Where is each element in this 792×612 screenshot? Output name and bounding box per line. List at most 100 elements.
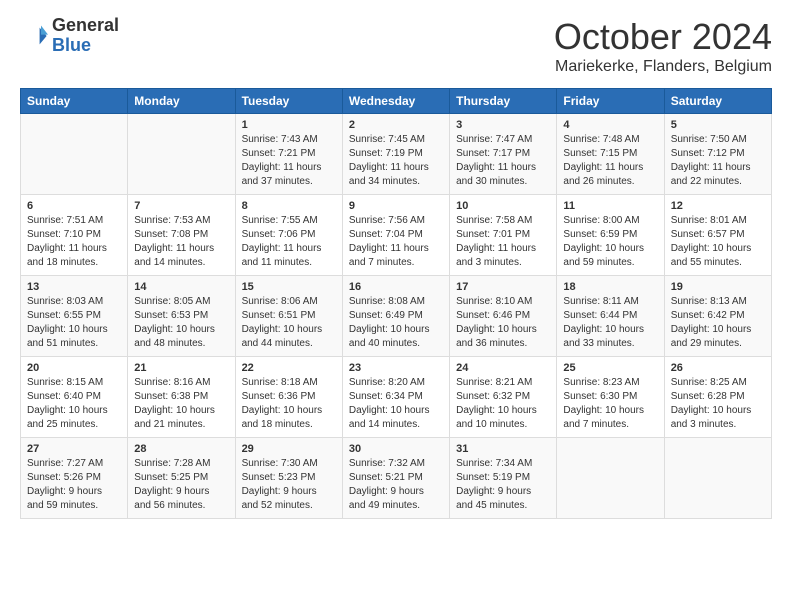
calendar-cell: 9 Sunrise: 7:56 AM Sunset: 7:04 PM Daylig… bbox=[342, 195, 449, 276]
calendar-week-row: 20Sunrise: 8:15 AM Sunset: 6:40 PM Dayli… bbox=[21, 357, 772, 438]
day-number: 9 bbox=[349, 200, 443, 212]
day-info: Sunrise: 7:48 AM Sunset: 7:15 PM Dayligh… bbox=[563, 133, 657, 189]
title-area: October 2024 Mariekerke, Flanders, Belgi… bbox=[554, 16, 772, 76]
day-info: Sunrise: 7:58 AM Sunset: 7:01 PM Dayligh… bbox=[456, 214, 550, 270]
day-number: 4 bbox=[563, 119, 657, 131]
day-number: 19 bbox=[671, 281, 765, 293]
day-number: 5 bbox=[671, 119, 765, 131]
calendar-cell: 26Sunrise: 8:25 AM Sunset: 6:28 PM Dayli… bbox=[664, 357, 771, 438]
calendar-cell: 11 Sunrise: 8:00 AM Sunset: 6:59 PM Dayli… bbox=[557, 195, 664, 276]
day-number: 29 bbox=[242, 443, 336, 455]
calendar-week-row: 1 Sunrise: 7:43 AM Sunset: 7:21 PM Daylig… bbox=[21, 114, 772, 195]
day-number: 18 bbox=[563, 281, 657, 293]
calendar-week-row: 27Sunrise: 7:27 AM Sunset: 5:26 PM Dayli… bbox=[21, 438, 772, 519]
col-sunday: Sunday bbox=[21, 89, 128, 114]
day-info: Sunrise: 8:21 AM Sunset: 6:32 PM Dayligh… bbox=[456, 376, 550, 432]
logo-icon bbox=[20, 22, 48, 50]
calendar-cell bbox=[128, 114, 235, 195]
day-info: Sunrise: 7:55 AM Sunset: 7:06 PM Dayligh… bbox=[242, 214, 336, 270]
day-number: 25 bbox=[563, 362, 657, 374]
col-friday: Friday bbox=[557, 89, 664, 114]
day-info: Sunrise: 7:34 AM Sunset: 5:19 PM Dayligh… bbox=[456, 457, 550, 513]
calendar-cell: 15Sunrise: 8:06 AM Sunset: 6:51 PM Dayli… bbox=[235, 276, 342, 357]
calendar-cell: 5 Sunrise: 7:50 AM Sunset: 7:12 PM Daylig… bbox=[664, 114, 771, 195]
calendar-table: Sunday Monday Tuesday Wednesday Thursday… bbox=[20, 88, 772, 519]
day-info: Sunrise: 8:23 AM Sunset: 6:30 PM Dayligh… bbox=[563, 376, 657, 432]
month-title: October 2024 bbox=[554, 16, 772, 58]
day-info: Sunrise: 8:01 AM Sunset: 6:57 PM Dayligh… bbox=[671, 214, 765, 270]
calendar-cell: 20Sunrise: 8:15 AM Sunset: 6:40 PM Dayli… bbox=[21, 357, 128, 438]
calendar-cell: 14 Sunrise: 8:05 AM Sunset: 6:53 PM Dayli… bbox=[128, 276, 235, 357]
day-info: Sunrise: 7:43 AM Sunset: 7:21 PM Dayligh… bbox=[242, 133, 336, 189]
day-info: Sunrise: 8:25 AM Sunset: 6:28 PM Dayligh… bbox=[671, 376, 765, 432]
logo-text: General Blue bbox=[52, 16, 119, 56]
calendar-cell: 13Sunrise: 8:03 AM Sunset: 6:55 PM Dayli… bbox=[21, 276, 128, 357]
day-info: Sunrise: 8:16 AM Sunset: 6:38 PM Dayligh… bbox=[134, 376, 228, 432]
calendar-cell: 29Sunrise: 7:30 AM Sunset: 5:23 PM Dayli… bbox=[235, 438, 342, 519]
day-number: 30 bbox=[349, 443, 443, 455]
day-info: Sunrise: 7:53 AM Sunset: 7:08 PM Dayligh… bbox=[134, 214, 228, 270]
calendar-header-row: Sunday Monday Tuesday Wednesday Thursday… bbox=[21, 89, 772, 114]
calendar-cell: 10 Sunrise: 7:58 AM Sunset: 7:01 PM Dayli… bbox=[450, 195, 557, 276]
day-number: 10 bbox=[456, 200, 550, 212]
calendar-week-row: 13Sunrise: 8:03 AM Sunset: 6:55 PM Dayli… bbox=[21, 276, 772, 357]
day-info: Sunrise: 8:11 AM Sunset: 6:44 PM Dayligh… bbox=[563, 295, 657, 351]
day-info: Sunrise: 7:28 AM Sunset: 5:25 PM Dayligh… bbox=[134, 457, 228, 513]
day-number: 15 bbox=[242, 281, 336, 293]
calendar-cell: 19 Sunrise: 8:13 AM Sunset: 6:42 PM Dayli… bbox=[664, 276, 771, 357]
logo: General Blue bbox=[20, 16, 119, 56]
calendar-cell bbox=[664, 438, 771, 519]
day-info: Sunrise: 7:27 AM Sunset: 5:26 PM Dayligh… bbox=[27, 457, 121, 513]
day-info: Sunrise: 7:45 AM Sunset: 7:19 PM Dayligh… bbox=[349, 133, 443, 189]
day-info: Sunrise: 7:56 AM Sunset: 7:04 PM Dayligh… bbox=[349, 214, 443, 270]
calendar-cell: 27Sunrise: 7:27 AM Sunset: 5:26 PM Dayli… bbox=[21, 438, 128, 519]
col-wednesday: Wednesday bbox=[342, 89, 449, 114]
calendar-cell: 30 Sunrise: 7:32 AM Sunset: 5:21 PM Dayli… bbox=[342, 438, 449, 519]
calendar-cell: 18 Sunrise: 8:11 AM Sunset: 6:44 PM Dayli… bbox=[557, 276, 664, 357]
day-number: 12 bbox=[671, 200, 765, 212]
day-number: 28 bbox=[134, 443, 228, 455]
calendar-cell: 16Sunrise: 8:08 AM Sunset: 6:49 PM Dayli… bbox=[342, 276, 449, 357]
day-number: 24 bbox=[456, 362, 550, 374]
calendar-cell: 4 Sunrise: 7:48 AM Sunset: 7:15 PM Daylig… bbox=[557, 114, 664, 195]
day-number: 21 bbox=[134, 362, 228, 374]
day-number: 1 bbox=[242, 119, 336, 131]
calendar-cell: 1 Sunrise: 7:43 AM Sunset: 7:21 PM Daylig… bbox=[235, 114, 342, 195]
day-number: 7 bbox=[134, 200, 228, 212]
day-info: Sunrise: 8:13 AM Sunset: 6:42 PM Dayligh… bbox=[671, 295, 765, 351]
day-number: 3 bbox=[456, 119, 550, 131]
day-info: Sunrise: 7:50 AM Sunset: 7:12 PM Dayligh… bbox=[671, 133, 765, 189]
calendar-cell: 2Sunrise: 7:45 AM Sunset: 7:19 PM Daylig… bbox=[342, 114, 449, 195]
day-info: Sunrise: 8:05 AM Sunset: 6:53 PM Dayligh… bbox=[134, 295, 228, 351]
calendar-cell: 25 Sunrise: 8:23 AM Sunset: 6:30 PM Dayli… bbox=[557, 357, 664, 438]
day-number: 14 bbox=[134, 281, 228, 293]
col-monday: Monday bbox=[128, 89, 235, 114]
day-info: Sunrise: 7:47 AM Sunset: 7:17 PM Dayligh… bbox=[456, 133, 550, 189]
main-container: General Blue October 2024 Mariekerke, Fl… bbox=[0, 0, 792, 529]
day-info: Sunrise: 7:51 AM Sunset: 7:10 PM Dayligh… bbox=[27, 214, 121, 270]
day-info: Sunrise: 7:32 AM Sunset: 5:21 PM Dayligh… bbox=[349, 457, 443, 513]
day-number: 31 bbox=[456, 443, 550, 455]
calendar-body: 1 Sunrise: 7:43 AM Sunset: 7:21 PM Daylig… bbox=[21, 114, 772, 519]
calendar-cell: 8Sunrise: 7:55 AM Sunset: 7:06 PM Daylig… bbox=[235, 195, 342, 276]
calendar-cell: 23 Sunrise: 8:20 AM Sunset: 6:34 PM Dayli… bbox=[342, 357, 449, 438]
calendar-cell: 28 Sunrise: 7:28 AM Sunset: 5:25 PM Dayli… bbox=[128, 438, 235, 519]
calendar-cell: 21 Sunrise: 8:16 AM Sunset: 6:38 PM Dayli… bbox=[128, 357, 235, 438]
col-thursday: Thursday bbox=[450, 89, 557, 114]
day-info: Sunrise: 8:00 AM Sunset: 6:59 PM Dayligh… bbox=[563, 214, 657, 270]
day-number: 23 bbox=[349, 362, 443, 374]
col-saturday: Saturday bbox=[664, 89, 771, 114]
location: Mariekerke, Flanders, Belgium bbox=[554, 58, 772, 76]
day-info: Sunrise: 8:03 AM Sunset: 6:55 PM Dayligh… bbox=[27, 295, 121, 351]
calendar-cell: 31 Sunrise: 7:34 AM Sunset: 5:19 PM Dayli… bbox=[450, 438, 557, 519]
day-info: Sunrise: 8:20 AM Sunset: 6:34 PM Dayligh… bbox=[349, 376, 443, 432]
header: General Blue October 2024 Mariekerke, Fl… bbox=[20, 16, 772, 76]
calendar-cell: 22Sunrise: 8:18 AM Sunset: 6:36 PM Dayli… bbox=[235, 357, 342, 438]
calendar-cell: 7 Sunrise: 7:53 AM Sunset: 7:08 PM Daylig… bbox=[128, 195, 235, 276]
day-number: 22 bbox=[242, 362, 336, 374]
day-number: 20 bbox=[27, 362, 121, 374]
day-number: 6 bbox=[27, 200, 121, 212]
day-number: 11 bbox=[563, 200, 657, 212]
calendar-cell: 6 Sunrise: 7:51 AM Sunset: 7:10 PM Daylig… bbox=[21, 195, 128, 276]
day-number: 17 bbox=[456, 281, 550, 293]
